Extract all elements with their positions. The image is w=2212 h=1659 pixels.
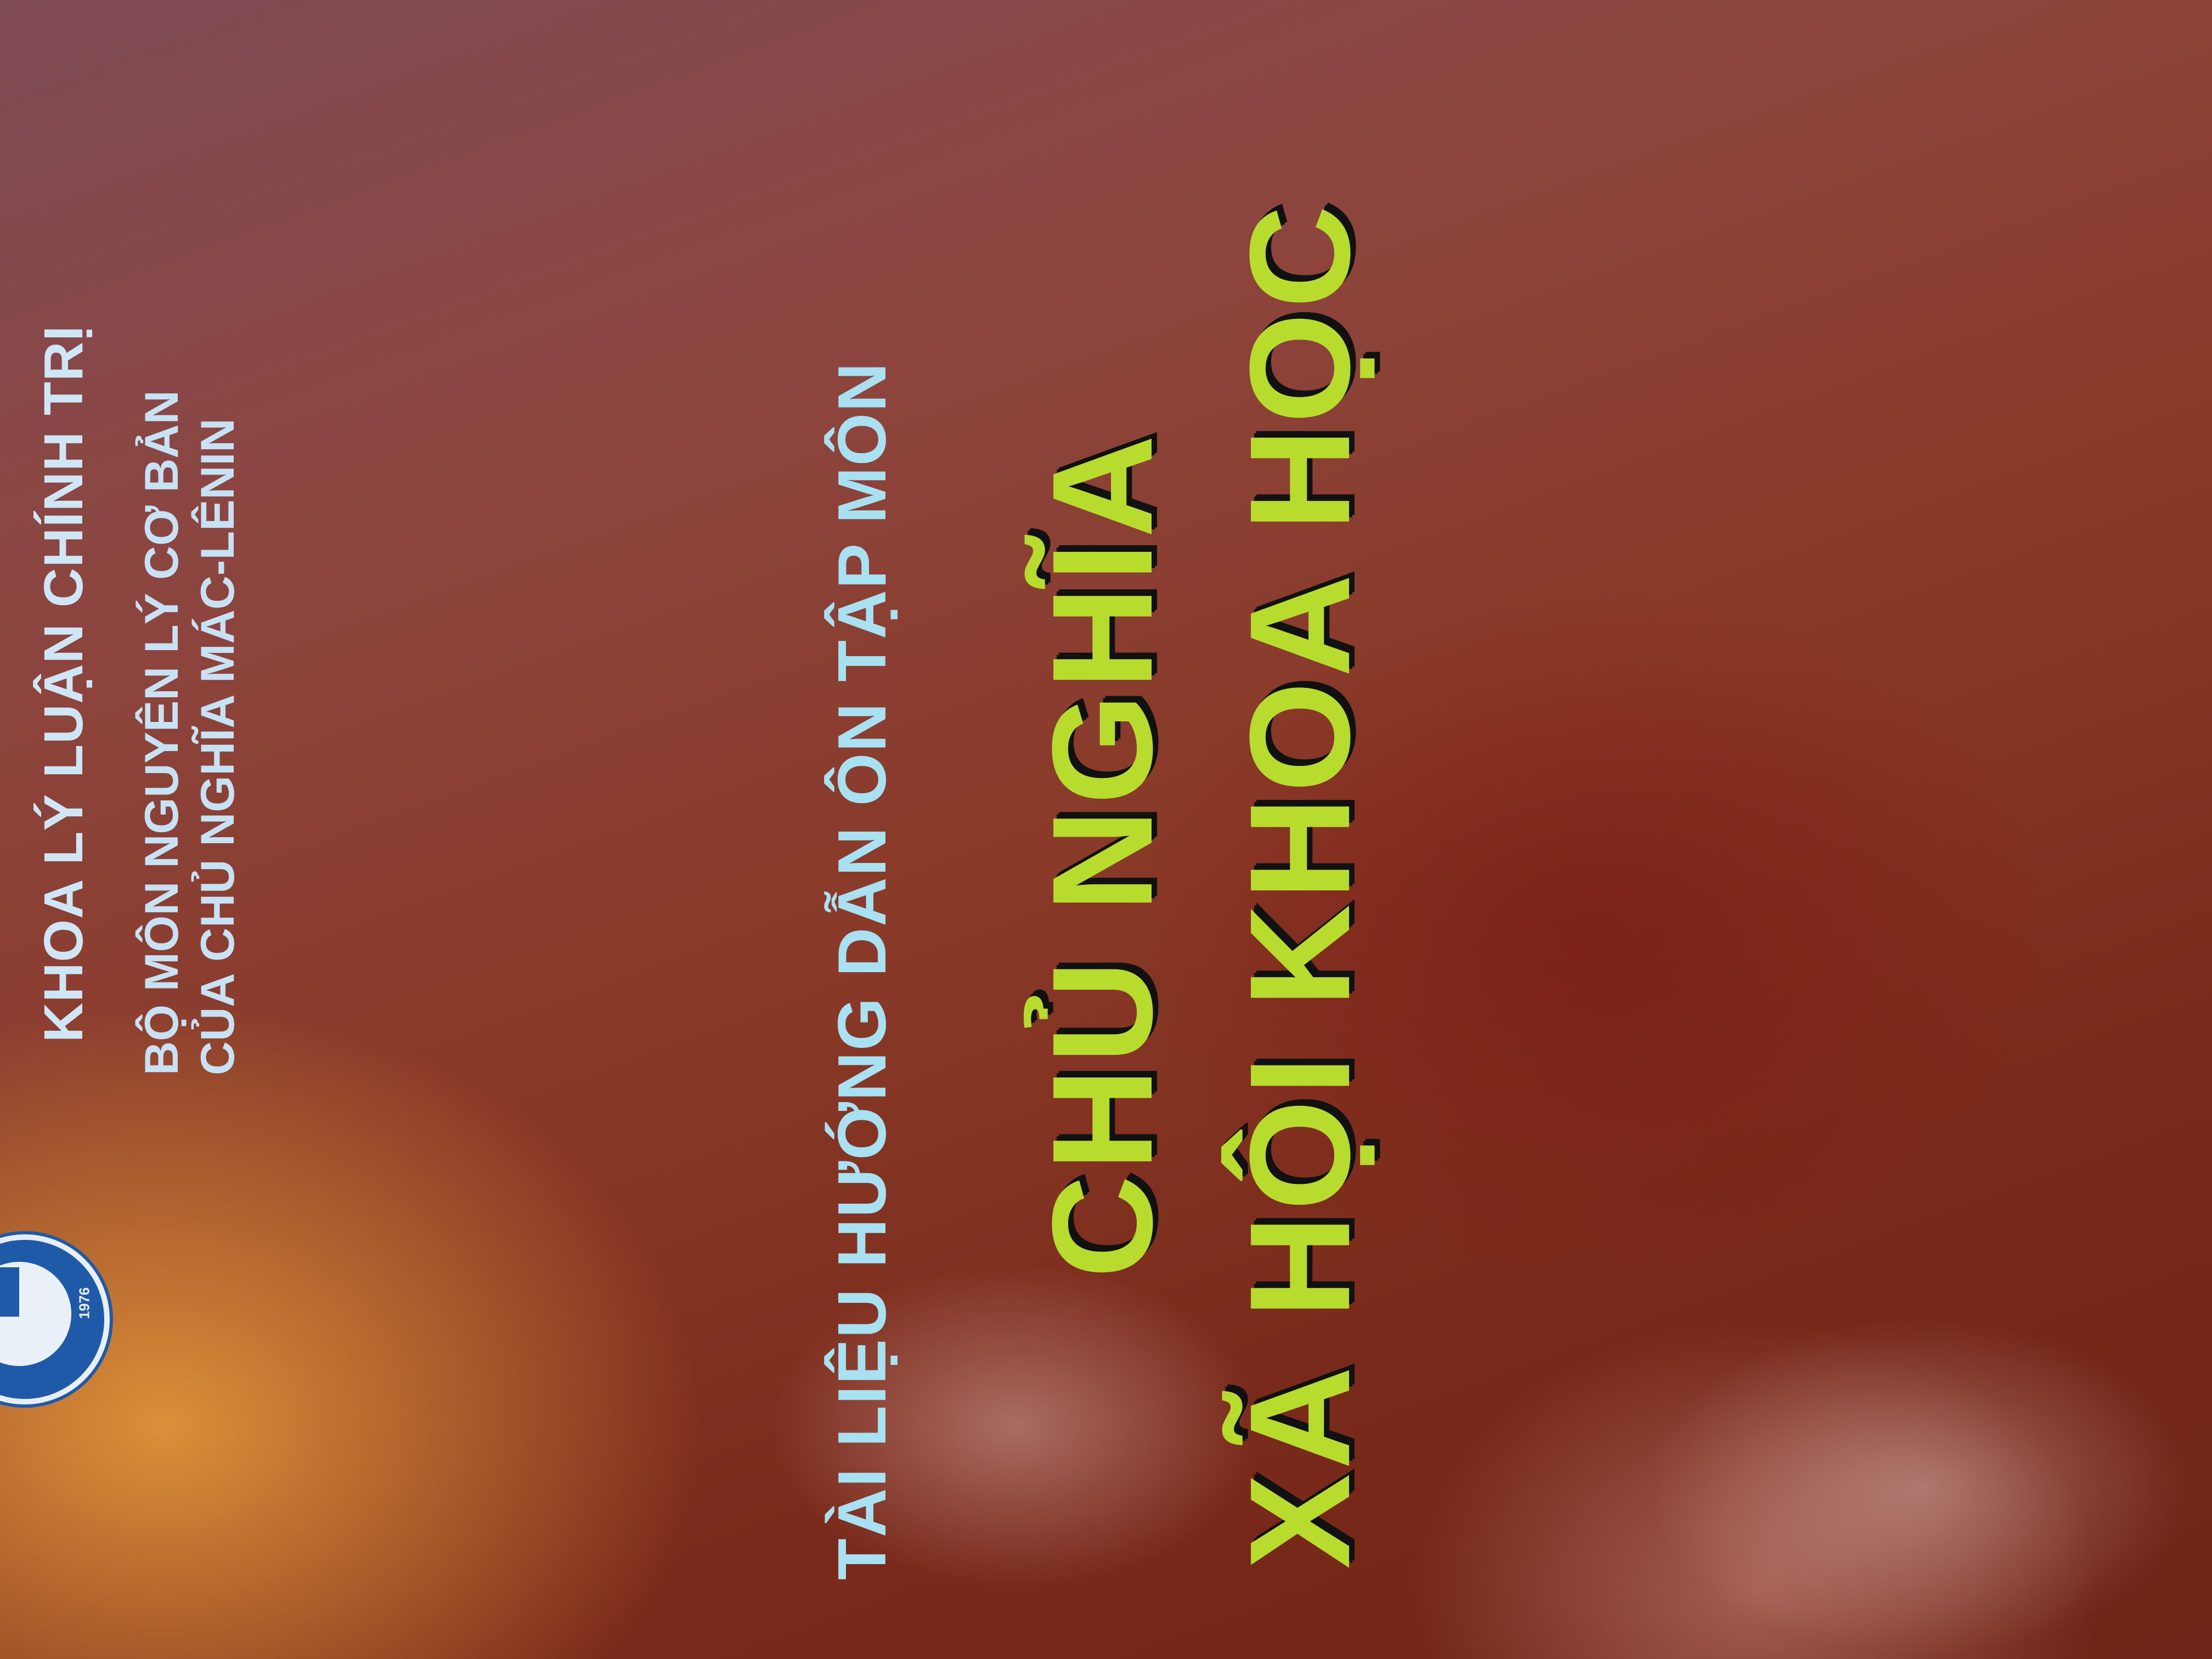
title-line-2: XÃ HỘI KHOA HỌC [1221,201,1380,1569]
guide-line: TÀI LIỆU HƯỚNG DẪN ÔN TẬP MÔN [825,362,900,1580]
light-glare [1646,1317,2194,1657]
department-line-1: BỘ MÔN NGUYÊN LÝ CƠ BẢN [136,390,188,1075]
department-line-2: CỦA CHỦ NGHĨA MÁC-LÊNIN [191,418,244,1075]
title-line-1: CHỦ NGHĨA [1023,430,1182,1278]
institution-line: KHOA LÝ LUẬN CHÍNH TRỊ [33,325,94,1042]
book-cover: 1976 KHOA LÝ LUẬN CHÍNH TRỊ BỘ MÔN NGUYÊ… [0,0,2212,1659]
book-icon [0,1267,19,1317]
emblem-year: 1976 [76,1287,93,1319]
institution-emblem: 1976 [0,1234,110,1404]
